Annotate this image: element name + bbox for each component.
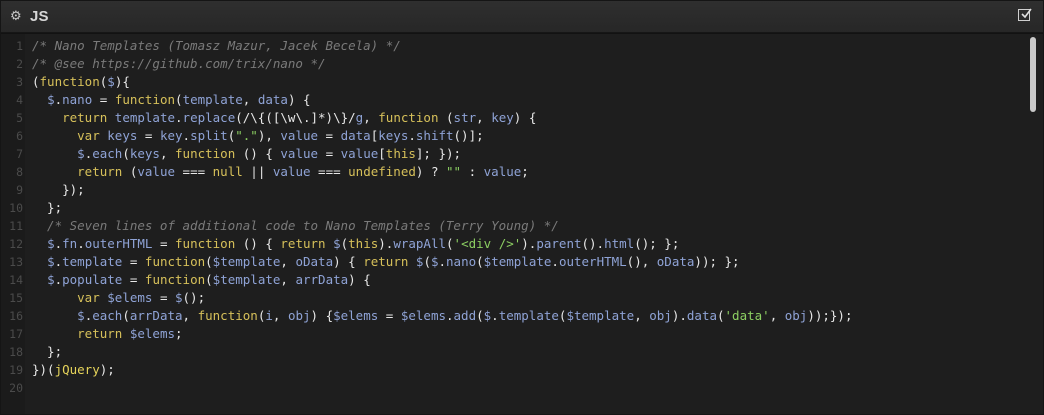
line-number: 8 <box>16 165 23 179</box>
code-text: $.nano = function(template, data) { <box>47 92 311 107</box>
line-number: 12 <box>9 237 23 251</box>
line-number: 7 <box>16 147 23 161</box>
line-number: 17 <box>9 327 23 341</box>
panel-header: ⚙ JS <box>1 1 1043 33</box>
line-number: 19 <box>9 363 23 377</box>
line-number: 1 <box>16 39 23 53</box>
code-text: $.each(keys, function () { value = value… <box>77 146 462 161</box>
vertical-scrollbar[interactable] <box>1030 37 1036 112</box>
line-number: 10 <box>9 201 23 215</box>
line-number: 9 <box>16 183 23 197</box>
code-text: $.populate = function($template, arrData… <box>47 272 371 287</box>
panel-title: JS <box>30 8 49 25</box>
code-text: return (value === null || value === unde… <box>77 164 529 179</box>
line-number: 18 <box>9 345 23 359</box>
code-text: /* Seven lines of additional code to Nan… <box>32 218 559 233</box>
code-text: }; <box>32 200 63 215</box>
line-number: 4 <box>16 93 23 107</box>
line-number: 14 <box>9 273 23 287</box>
code-text: return $elems; <box>77 326 183 341</box>
code-editor[interactable]: 1 /* Nano Templates (Tomasz Mazur, Jacek … <box>1 33 1043 414</box>
checkbox-icon[interactable] <box>1018 8 1032 21</box>
code-text: return template.replace(/\{([\w\.]*)\}/g… <box>62 110 537 125</box>
code-text: /* @see https://github.com/trix/nano */ <box>32 56 326 71</box>
code-text: $.each(arrData, function(i, obj) {$elems… <box>77 308 853 323</box>
line-number: 16 <box>9 309 23 323</box>
line-number: 5 <box>16 111 23 125</box>
code-text: (function($){ <box>32 74 130 89</box>
line-number: 3 <box>16 75 23 89</box>
line-number: 15 <box>9 291 23 305</box>
js-panel: ⚙ JS 1 /* Nano Templates (Tomasz Mazur, J… <box>0 0 1044 415</box>
line-number: 2 <box>16 57 23 71</box>
code-text: $.fn.outerHTML = function () { return $(… <box>47 236 680 251</box>
code-text: var $elems = $(); <box>77 290 206 305</box>
code-text: })(jQuery); <box>32 362 115 377</box>
gear-icon[interactable]: ⚙ <box>10 9 24 24</box>
code-text: }; <box>32 344 63 359</box>
code-text: /* Nano Templates (Tomasz Mazur, Jacek B… <box>32 38 401 53</box>
code-text: }); <box>32 182 85 197</box>
code-text: $.template = function($template, oData) … <box>47 254 740 269</box>
line-number: 20 <box>9 381 23 395</box>
line-number: 11 <box>9 219 23 233</box>
line-number: 13 <box>9 255 23 269</box>
code-text: var keys = key.split("."), value = data[… <box>77 128 484 143</box>
line-number: 6 <box>16 129 23 143</box>
